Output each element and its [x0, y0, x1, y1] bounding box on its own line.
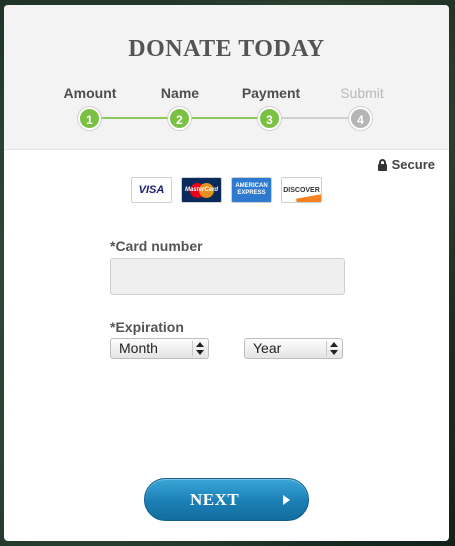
amex-icon: AMERICAN EXPRESS [231, 177, 272, 203]
year-select-value: Year [253, 340, 282, 356]
next-button-label: NEXT [190, 490, 240, 509]
step-label-payment: Payment [241, 85, 301, 101]
card-number-input[interactable] [110, 258, 345, 295]
mastercard-icon: MasterCard [181, 177, 222, 203]
discover-icon: DISCOVER [281, 177, 322, 203]
step-label-submit: Submit [340, 85, 384, 101]
next-button[interactable]: NEXT [144, 478, 309, 521]
header: DONATE TODAY Amount Name Payment Submit … [4, 5, 449, 150]
step-2-circle[interactable]: 2 [168, 107, 191, 130]
step-3-circle[interactable]: 3 [258, 107, 281, 130]
expiration-label: *Expiration [110, 319, 184, 335]
month-select-value: Month [119, 340, 158, 356]
step-1-circle[interactable]: 1 [78, 107, 101, 130]
year-select[interactable]: Year [244, 338, 343, 359]
step-4-circle: 4 [349, 107, 372, 130]
play-arrow-icon [283, 495, 290, 505]
visa-icon: VISA [131, 177, 172, 203]
lock-icon [377, 158, 387, 171]
select-arrows-icon [330, 342, 338, 355]
select-arrows-icon [196, 342, 204, 355]
donation-panel: DONATE TODAY Amount Name Payment Submit … [4, 5, 449, 541]
secure-label: Secure [391, 157, 435, 172]
accepted-cards: VISA MasterCard AMERICAN EXPRESS DISCOVE… [4, 177, 449, 203]
step-label-amount: Amount [63, 85, 117, 101]
secure-indicator: Secure [377, 157, 435, 172]
month-select[interactable]: Month [110, 338, 209, 359]
card-number-label: *Card number [110, 238, 203, 254]
step-label-name: Name [160, 85, 200, 101]
page-title: DONATE TODAY [128, 36, 325, 62]
